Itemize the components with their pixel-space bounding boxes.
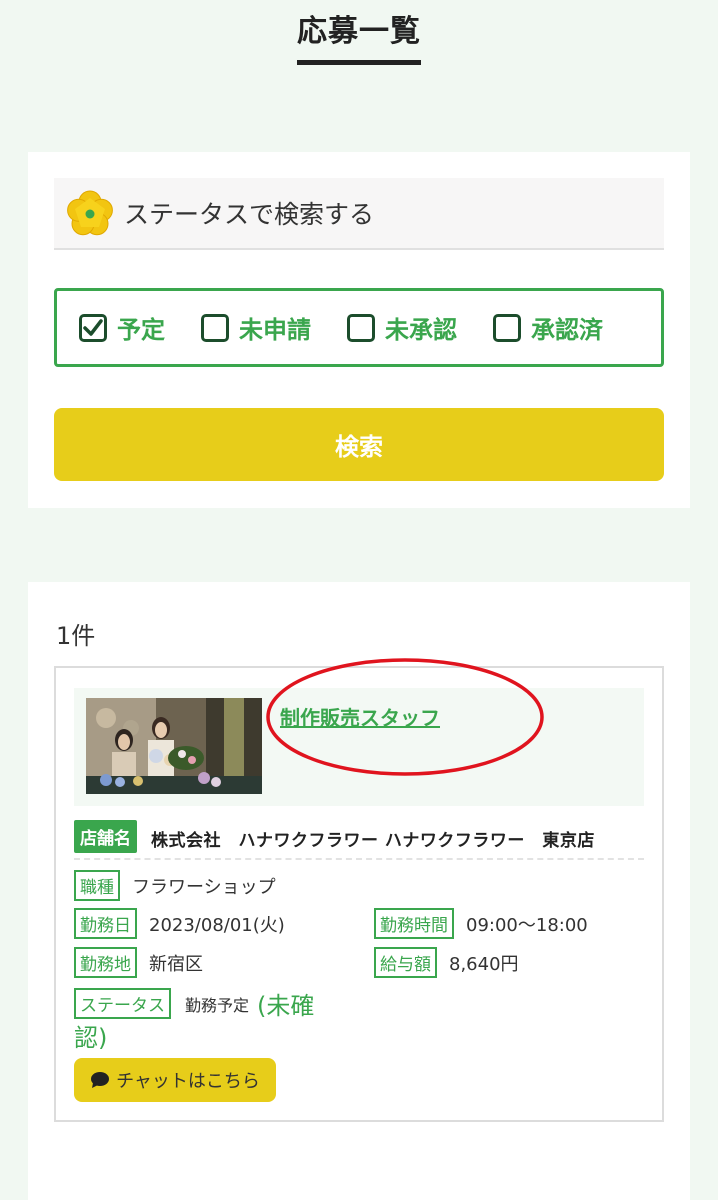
- job-header: 制作販売スタッフ: [74, 658, 644, 806]
- chat-bubble-icon: [91, 1072, 110, 1088]
- store-row: 店舗名 株式会社 ハナワクフラワー ハナワクフラワー 東京店: [74, 820, 644, 860]
- application-card: 制作販売スタッフ 店舗名 株式会社 ハナワクフラワー ハナワクフラワー 東京店 …: [54, 658, 664, 1122]
- work-time-tag: 勤務時間: [374, 908, 454, 939]
- flower-icon: [67, 190, 113, 236]
- location-value: 新宿区: [149, 953, 203, 975]
- chat-button[interactable]: チャットはこちら: [74, 1058, 276, 1102]
- work-time-value: 09:00〜18:00: [466, 914, 588, 936]
- status-label: 未申請: [239, 316, 311, 344]
- job-type-value: フラワーショップ: [132, 876, 276, 898]
- checkbox-icon[interactable]: [201, 313, 229, 342]
- store-name: 株式会社 ハナワクフラワー ハナワクフラワー 東京店: [151, 831, 595, 851]
- chat-button-label: チャットはこちら: [116, 1071, 260, 1092]
- status-label: 承認済: [531, 316, 603, 344]
- location-row: 勤務地 新宿区: [74, 947, 203, 978]
- store-tag: 店舗名: [74, 820, 137, 853]
- salary-value: 8,640円: [449, 953, 519, 975]
- status-checkbox-not-applied[interactable]: 未申請: [201, 310, 311, 345]
- work-time-row: 勤務時間 09:00〜18:00: [374, 908, 588, 939]
- job-type-tag: 職種: [74, 870, 120, 901]
- search-button[interactable]: 検索: [54, 408, 664, 481]
- checkbox-icon[interactable]: [347, 313, 375, 342]
- search-panel: ステータスで検索する 予定 未申請 未承認 承認済 検索: [28, 152, 690, 508]
- work-date-value: 2023/08/01(火): [149, 914, 285, 936]
- job-title-link[interactable]: 制作販売スタッフ: [280, 702, 440, 731]
- salary-tag: 給与額: [374, 947, 437, 978]
- status-filter-group: 予定 未申請 未承認 承認済: [54, 288, 664, 367]
- job-thumbnail[interactable]: [86, 698, 262, 794]
- checkbox-icon[interactable]: [493, 313, 521, 342]
- status-row: ステータス 勤務予定 (未確: [74, 986, 354, 1021]
- results-panel: 1件 制作販売スタッフ 店舗名 株式会社 ハナワクフラワー ハナワクフラワー 東…: [28, 582, 690, 1200]
- status-checkbox-scheduled[interactable]: 予定: [79, 310, 165, 345]
- search-header: ステータスで検索する: [54, 178, 664, 250]
- salary-row: 給与額 8,640円: [374, 947, 519, 978]
- search-heading: ステータスで検索する: [124, 200, 375, 229]
- status-value: 勤務予定: [185, 995, 250, 1015]
- status-checkbox-unapproved[interactable]: 未承認: [347, 310, 457, 345]
- status-label: 予定: [117, 316, 165, 344]
- status-label: 未承認: [385, 316, 457, 344]
- status-detail: (未確: [257, 992, 315, 1020]
- work-date-tag: 勤務日: [74, 908, 137, 939]
- status-tag: ステータス: [74, 988, 171, 1019]
- result-count: 1件: [56, 622, 96, 650]
- checkbox-checked-icon[interactable]: [79, 313, 107, 342]
- work-date-row: 勤務日 2023/08/01(火): [74, 908, 285, 939]
- job-type-row: 職種 フラワーショップ: [74, 870, 276, 901]
- status-detail-cont: 認): [74, 1024, 108, 1052]
- location-tag: 勤務地: [74, 947, 137, 978]
- page-title: 応募一覧: [297, 0, 421, 65]
- page-header: 応募一覧: [0, 0, 718, 65]
- status-checkbox-approved[interactable]: 承認済: [493, 310, 603, 345]
